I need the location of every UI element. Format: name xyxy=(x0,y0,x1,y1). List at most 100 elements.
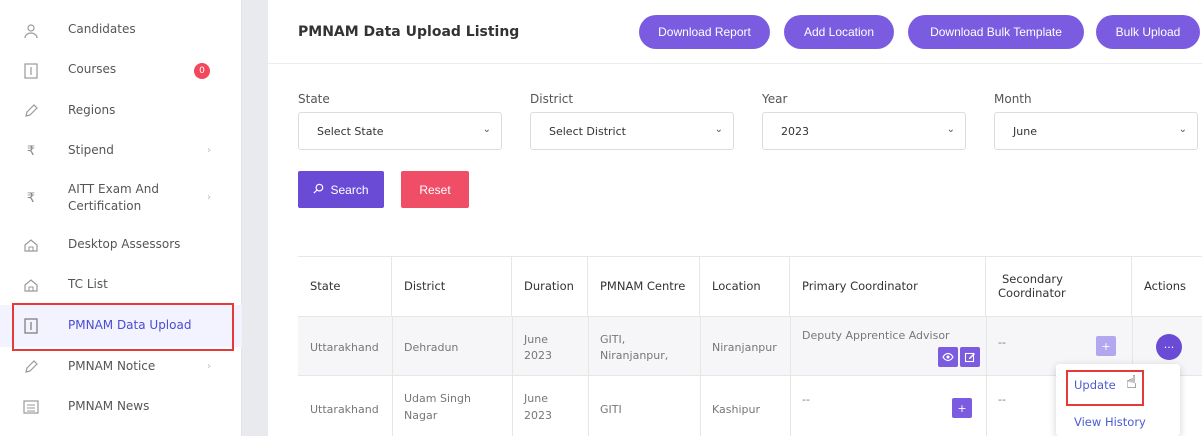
bulk-upload-button[interactable]: Bulk Upload xyxy=(1096,15,1200,49)
month-select-value: June xyxy=(1013,124,1037,138)
state-select[interactable]: Select State ⌄ xyxy=(298,112,502,150)
column-divider xyxy=(512,317,513,436)
eye-icon xyxy=(942,352,954,362)
news-icon xyxy=(22,398,40,416)
cell-duration-line1: June xyxy=(524,333,548,346)
month-select[interactable]: June ⌄ xyxy=(994,112,1198,150)
sidebar-item-label: Desktop Assessors xyxy=(68,237,181,251)
page-title: PMNAM Data Upload Listing xyxy=(298,24,520,40)
sidebar-item-tc-list[interactable]: TC List xyxy=(0,276,242,294)
chevron-down-icon: ⌄ xyxy=(946,124,955,135)
cell-centre-line1: GITI, xyxy=(600,333,626,346)
sidebar-item-label: Candidates xyxy=(68,22,136,36)
column-header-state: State xyxy=(298,256,392,316)
chevron-down-icon: ⌄ xyxy=(1178,124,1187,135)
search-icon xyxy=(313,183,324,197)
sidebar-item-stipend[interactable]: ₹ Stipend › xyxy=(0,142,242,160)
cell-centre: GITI xyxy=(600,403,622,416)
home-icon xyxy=(22,236,40,254)
cell-duration-line2: 2023 xyxy=(524,349,552,362)
state-filter-label: State xyxy=(298,92,330,106)
year-select[interactable]: 2023 ⌄ xyxy=(762,112,966,150)
column-header-secondary-coordinator: Secondary Coordinator xyxy=(986,256,1132,316)
sidebar: Candidates Courses 0 Regions ₹ Stipend ›… xyxy=(0,0,242,436)
sidebar-item-pmnam-notice[interactable]: PMNAM Notice › xyxy=(0,358,242,376)
add-primary-button[interactable]: + xyxy=(952,398,972,418)
chevron-down-icon: ⌄ xyxy=(714,124,723,135)
document-icon xyxy=(22,317,40,335)
district-select-value: Select District xyxy=(549,124,626,138)
download-bulk-template-button[interactable]: Download Bulk Template xyxy=(908,15,1084,49)
year-select-value: 2023 xyxy=(781,124,809,138)
search-button[interactable]: Search xyxy=(298,171,384,208)
cell-state: Uttarakhand xyxy=(310,341,379,354)
cell-primary-coordinator: Deputy Apprentice Advisor xyxy=(802,329,950,342)
sidebar-item-aitt-exam[interactable]: ₹ AITT Exam And Certification › xyxy=(0,182,242,214)
sidebar-item-label: PMNAM News xyxy=(68,399,150,413)
pen-icon xyxy=(22,102,40,120)
cell-primary-coordinator: -- xyxy=(802,393,810,406)
more-icon: ··· xyxy=(1163,340,1175,354)
edit-button[interactable] xyxy=(960,347,980,367)
cell-state: Uttarakhand xyxy=(310,403,379,416)
sidebar-item-label: TC List xyxy=(68,277,108,291)
column-header-actions: Actions xyxy=(1144,279,1187,293)
sidebar-item-regions[interactable]: Regions xyxy=(0,102,242,120)
district-filter-label: District xyxy=(530,92,574,106)
chevron-down-icon: ⌄ xyxy=(482,124,491,135)
sidebar-item-candidates[interactable]: Candidates xyxy=(0,22,242,40)
year-filter-label: Year xyxy=(762,92,788,106)
chevron-right-icon: › xyxy=(207,145,211,156)
state-select-value: Select State xyxy=(317,124,384,138)
home-icon xyxy=(22,276,40,294)
sidebar-item-pmnam-news[interactable]: PMNAM News xyxy=(0,398,242,416)
cell-district-line2: Nagar xyxy=(404,409,438,422)
plus-icon: + xyxy=(1101,339,1111,353)
sidebar-item-pmnam-data-upload[interactable]: PMNAM Data Upload xyxy=(0,305,242,347)
column-header-duration: Duration xyxy=(512,256,588,316)
sidebar-item-label-line1: AITT Exam And xyxy=(68,182,159,196)
menu-item-view-history[interactable]: View History xyxy=(1074,415,1146,429)
hand-cursor-icon: ☝ xyxy=(1126,372,1137,393)
sidebar-item-courses[interactable]: Courses 0 xyxy=(0,62,242,80)
sidebar-item-label: Stipend xyxy=(68,143,114,157)
cell-secondary-coordinator: -- xyxy=(998,393,1006,406)
column-divider xyxy=(986,317,987,436)
plus-icon: + xyxy=(957,401,967,415)
cell-district: Dehradun xyxy=(404,341,459,354)
month-filter-label: Month xyxy=(994,92,1032,106)
search-button-label: Search xyxy=(330,182,369,197)
user-icon xyxy=(22,22,40,40)
rupee-icon: ₹ xyxy=(26,143,36,159)
sidebar-item-label: PMNAM Data Upload xyxy=(68,318,192,332)
column-divider xyxy=(588,317,589,436)
add-secondary-button[interactable]: + xyxy=(1096,336,1116,356)
download-report-button[interactable]: Download Report xyxy=(639,15,770,49)
actions-menu-button[interactable]: ··· xyxy=(1156,334,1182,360)
add-location-button[interactable]: Add Location xyxy=(784,15,894,49)
view-button[interactable] xyxy=(938,347,958,367)
chevron-right-icon: › xyxy=(207,361,211,372)
cell-duration-line2: 2023 xyxy=(524,409,552,422)
menu-item-update[interactable]: Update xyxy=(1074,378,1116,392)
cell-location: Niranjanpur xyxy=(712,341,777,354)
column-divider xyxy=(392,317,393,436)
cell-secondary-coordinator: -- xyxy=(998,336,1006,349)
rupee-icon: ₹ xyxy=(26,190,36,206)
district-select[interactable]: Select District ⌄ xyxy=(530,112,734,150)
cell-district-line1: Udam Singh xyxy=(404,392,471,405)
column-header-centre: PMNAM Centre xyxy=(588,256,700,316)
courses-count-badge: 0 xyxy=(194,63,210,79)
book-icon xyxy=(22,62,40,80)
actions-dropdown-menu: Update View History ☝ xyxy=(1056,364,1180,436)
column-header-location: Location xyxy=(700,256,790,316)
sidebar-item-desktop-assessors[interactable]: Desktop Assessors xyxy=(0,236,242,254)
edit-icon xyxy=(964,352,975,363)
cell-location: Kashipur xyxy=(712,403,760,416)
sidebar-item-label: PMNAM Notice xyxy=(68,359,156,373)
column-divider xyxy=(790,317,791,436)
reset-button[interactable]: Reset xyxy=(401,171,469,208)
sidebar-item-label-line2: Certification xyxy=(68,199,142,213)
column-divider xyxy=(700,317,701,436)
column-header-primary-coordinator: Primary Coordinator xyxy=(790,256,986,316)
